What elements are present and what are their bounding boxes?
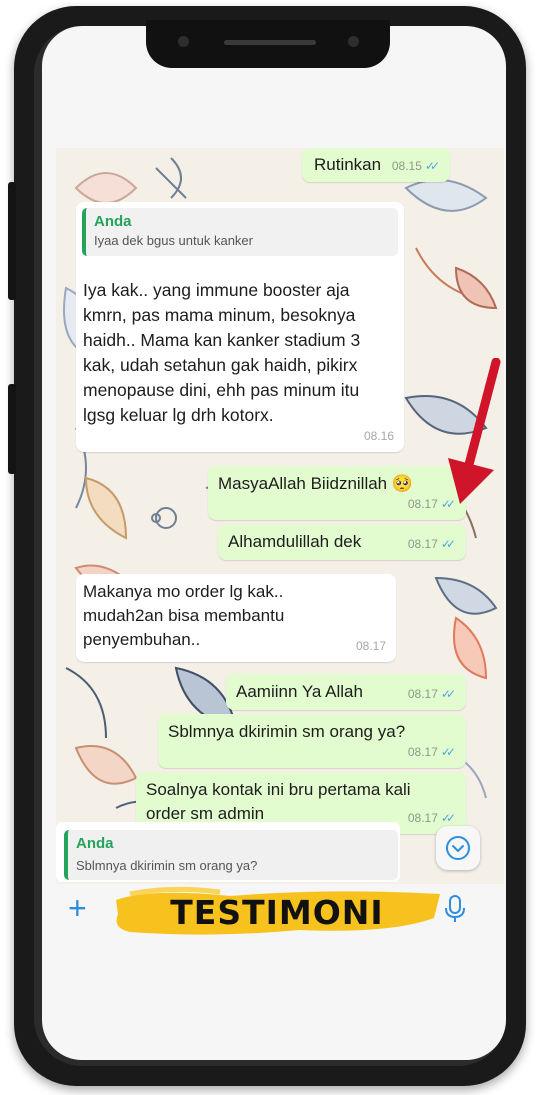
phone-screen: Rutinkan 08.15 ✓✓ Anda Iyaa dek bgus untu… [42,26,506,1060]
reply-author: Anda [76,835,114,852]
message-time: 08.17 [407,687,438,701]
chevron-down-icon [446,836,470,860]
message-time: 08.16 [363,429,394,443]
quoted-message[interactable]: Anda Iyaa dek bgus untuk kanker [82,208,398,256]
outgoing-message[interactable]: Alhamdulillah dek 08.17 ✓✓ [218,524,466,560]
scroll-to-bottom-button[interactable] [436,826,480,870]
message-text: Sblmnya dkirimin sm orang ya? [168,722,406,741]
outgoing-message[interactable]: Aamiinn Ya Allah 08.17 ✓✓ [226,674,466,710]
front-camera [178,36,189,47]
microphone-icon[interactable] [444,894,466,924]
outgoing-message[interactable]: MasyaAllah Biidznillah 🥺 08.17 ✓✓ [208,466,466,520]
message-text: Rutinkan [314,155,382,174]
message-input-bar: + TESTIMONI [42,884,506,948]
message-meta: 08.15 ✓✓ [392,154,440,178]
incoming-message[interactable]: Anda Iyaa dek bgus untuk kanker Iya kak.… [76,202,404,452]
message-meta: 08.16 [364,424,394,448]
message-meta: 08.17 ✓✓ [408,682,456,706]
plus-icon[interactable]: + [68,890,87,927]
banner-title: TESTIMONI [170,893,384,932]
phone-notch [146,20,390,68]
volume-up-button [8,182,16,300]
message-meta: 08.17 ✓✓ [408,740,456,764]
message-time: 08.15 [391,159,422,173]
message-time: 08.17 [407,497,438,511]
message-text: Aamiinn Ya Allah [236,682,363,701]
reply-text: Sblmnya dkirimin sm orang ya? [76,858,258,873]
message-text: Iya kak.. yang immune booster aja kmrn, … [83,280,361,425]
reply-preview[interactable]: Anda Sblmnya dkirimin sm orang ya? [56,822,400,882]
message-time: 08.17 [407,745,438,759]
chat-area[interactable]: Rutinkan 08.15 ✓✓ Anda Iyaa dek bgus untu… [56,148,504,884]
reply-quote: Anda Sblmnya dkirimin sm orang ya? [64,830,398,880]
testimoni-banner: TESTIMONI [110,884,444,942]
sensor [348,36,359,47]
outgoing-message[interactable]: Sblmnya dkirimin sm orang ya? 08.17 ✓✓ [158,714,466,768]
quote-text: Iyaa dek bgus untuk kanker [94,233,253,248]
read-receipt-icon: ✓✓ [440,537,456,551]
incoming-message[interactable]: Makanya mo order lg kak.. mudah2an bisa … [76,574,396,662]
message-time: 08.17 [407,537,438,551]
outgoing-message[interactable]: Rutinkan 08.15 ✓✓ [302,148,450,182]
volume-down-button [8,384,16,474]
message-text: Alhamdulillah dek [228,532,362,551]
message-meta: 08.17 ✓✓ [408,532,456,556]
red-arrow-annotation [448,358,501,504]
message-time: 08.17 [407,811,438,825]
earpiece-speaker [224,40,316,45]
read-receipt-icon: ✓✓ [440,745,456,759]
quote-author: Anda [94,213,132,230]
message-meta: 08.17 [356,634,386,658]
message-time: 08.17 [355,639,386,653]
read-receipt-icon: ✓✓ [424,159,440,173]
message-text: Makanya mo order lg kak.. mudah2an bisa … [83,582,285,649]
read-receipt-icon: ✓✓ [440,687,456,701]
message-text: Soalnya kontak ini bru pertama kali orde… [146,780,411,823]
message-text: MasyaAllah Biidznillah 🥺 [218,474,414,493]
